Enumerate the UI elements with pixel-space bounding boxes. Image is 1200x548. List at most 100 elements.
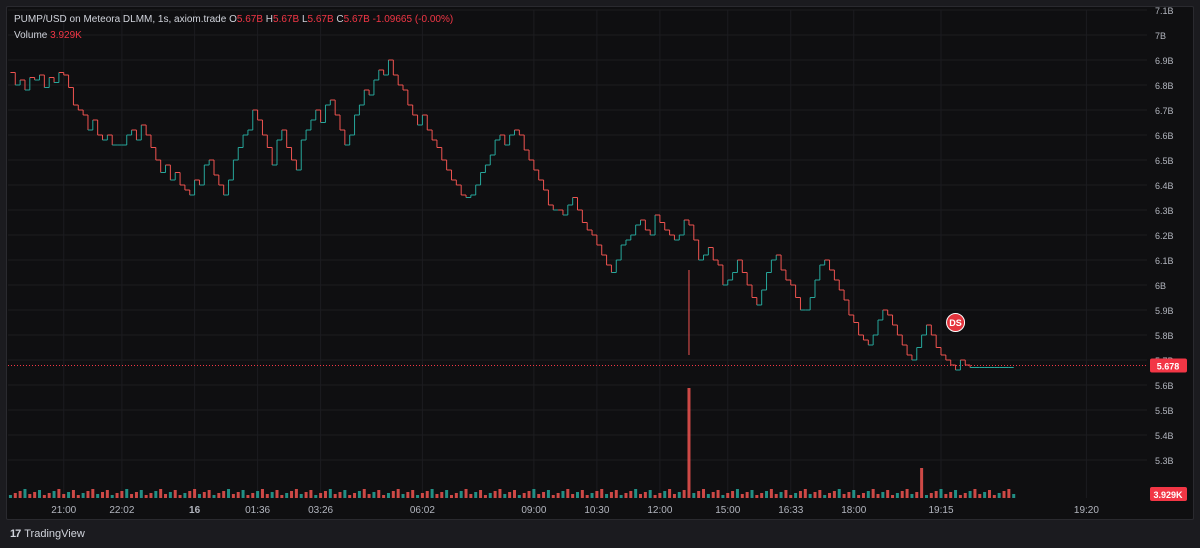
legend-close-value: 5.67B [343,14,370,25]
volume-bar [527,491,531,498]
volume-bar [924,495,928,498]
volume-bar [978,494,982,498]
volume-bar [803,489,807,498]
volume-bar [634,489,638,498]
volume-bar [411,490,415,498]
y-tick-label: 5.3B [1155,456,1174,466]
volume-bar [270,492,274,498]
volume-bar [702,489,706,498]
volume-bar [934,491,938,498]
volume-bar [1012,494,1016,498]
volume-bar [639,494,643,498]
volume-bar [52,491,56,498]
volume-bar [517,495,521,498]
volume-bar [33,492,37,498]
volume-bar [304,492,308,498]
y-tick-label: 6.6B [1155,131,1174,141]
x-tick-label: 16 [189,505,201,516]
volume-tag-label: 3.929K [1153,490,1183,500]
volume-bar [997,493,1001,498]
legend-close-label: C [336,14,344,25]
legend-volume-label[interactable]: Volume [14,30,47,41]
volume-bar [828,493,832,498]
volume-bar [866,491,870,498]
volume-bar [430,489,434,498]
volume-bar [958,495,962,498]
volume-bar [101,492,105,498]
volume-bar [62,494,66,498]
tradingview-footer[interactable]: 17 TradingView [10,528,85,540]
volume-bar [236,492,240,498]
volume-bar [755,495,759,498]
volume-bar [231,494,235,498]
volume-bar [144,495,148,498]
volume-bar [416,495,420,498]
y-tick-label: 6.9B [1155,56,1174,66]
volume-bar [396,489,400,498]
volume-bar [202,492,206,498]
volume-bar [207,490,211,498]
price-chart[interactable]: 7.1B 7B 6.9B 6.8B 6.7B 6.6B 6.5B 6.4B 6.3B 6.2B 6.… [0,0,1200,548]
volume-bar [464,489,468,498]
volume-bar [343,490,347,498]
volume-bar [1002,491,1006,498]
volume-bar [319,493,323,498]
volume-bar [648,490,652,498]
volume-bar [367,494,371,498]
volume-bar [1007,489,1011,498]
volume-bar [798,491,802,498]
volume-bar [314,495,318,498]
legend-open-value: 5.67B [236,14,263,25]
volume-bar [353,493,357,498]
volume-bar [241,490,245,498]
volume-bar [580,490,584,498]
volume-bar [949,492,953,498]
volume-bar [168,492,172,498]
x-tick-label: 09:00 [521,505,546,516]
x-tick-label: 12:00 [647,505,672,516]
volume-bar [774,494,778,498]
volume-bar [522,493,526,498]
volume-bar [309,490,313,498]
volume-bar [251,493,255,498]
volume-bar [401,494,405,498]
volume-bar [595,491,599,498]
volume-bar [891,495,895,498]
volume-bar [260,489,264,498]
volume-bar [731,491,735,498]
volume-bar [740,494,744,498]
volume-bar [178,495,182,498]
volume-bar [338,492,342,498]
volume-bar [357,491,361,498]
volume-bar [425,491,429,498]
volume-bar [227,489,231,498]
volume-bar [876,494,880,498]
volume-bar [391,491,395,498]
volume-bar [968,491,972,498]
volume-bar [546,490,550,498]
volume-bar [939,489,943,498]
volume-bar [469,494,473,498]
volume-bar [832,491,836,498]
volume-bar [910,494,914,498]
volume-bar [435,494,439,498]
volume-bar [750,490,754,498]
volume-bar [658,493,662,498]
volume-bar [445,490,449,498]
volume-bar [323,491,327,498]
legend-open-label: O [229,14,237,25]
volume-bar [86,491,90,498]
volume-bar [290,491,294,498]
legend-symbol[interactable]: PUMP/USD on Meteora DLMM, 1s, axiom.trad… [14,14,226,25]
volume-bar [760,493,764,498]
volume-bar [333,494,337,498]
volume-bar [406,492,410,498]
volume-bar [164,494,168,498]
x-tick-label: 16:33 [778,505,803,516]
volume-bar [183,493,187,498]
volume-bar [590,493,594,498]
tradingview-brand: TradingView [24,528,85,540]
ds-marker-label[interactable]: DS [949,318,962,328]
volume-bar [13,493,17,498]
volume-bar [789,495,793,498]
